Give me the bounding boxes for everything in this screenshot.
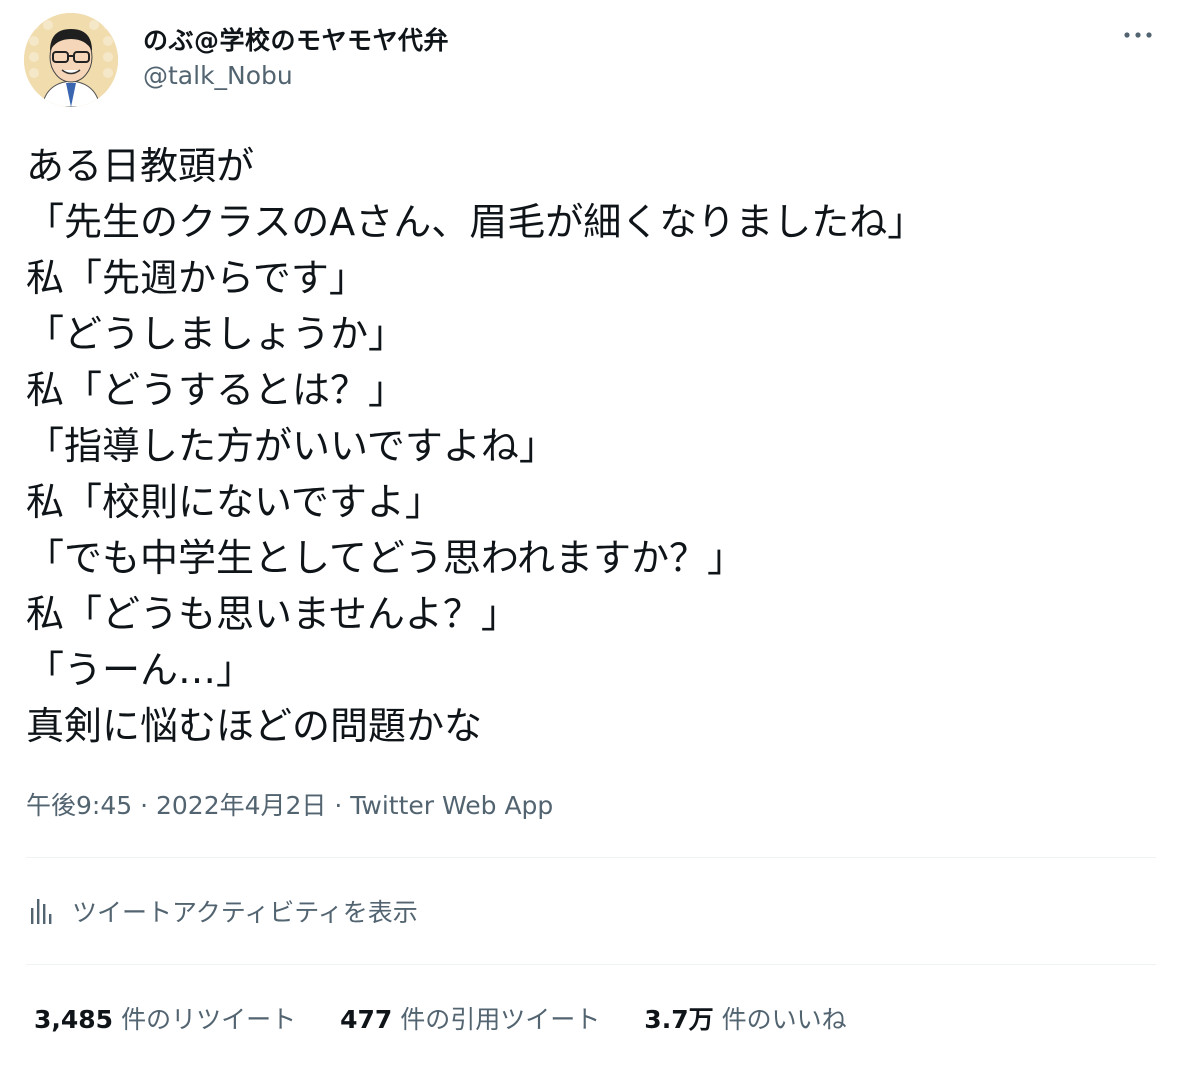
quote-tweets-label: 件の引用ツイート	[400, 1005, 601, 1034]
more-options-button[interactable]	[1120, 22, 1156, 48]
tweet-source[interactable]: Twitter Web App	[350, 791, 553, 820]
tweet-line: 真剣に悩むほどの問題かな	[26, 704, 483, 748]
quote-tweets-count: 477	[340, 1005, 393, 1034]
tweet-text: ある日教頭が 「先生のクラスのAさん、眉毛が細くなりましたね」 私「先週からです…	[26, 138, 925, 754]
retweets-label: 件のリツイート	[121, 1005, 297, 1034]
tweet-line: 「でも中学生としてどう思われますか？」	[26, 536, 745, 580]
meta-separator: ·	[326, 791, 351, 820]
author-display-name[interactable]: のぶ@学校のモヤモヤ代弁	[143, 21, 449, 57]
tweet-line: 私「先週からです」	[26, 256, 367, 300]
tweet-line: 「どうしましょうか」	[26, 312, 407, 356]
retweets-count: 3,485	[34, 1005, 114, 1034]
tweet-line: 私「どうも思いませんよ？」	[26, 592, 519, 636]
tweet-line: 「うーん…」	[26, 648, 255, 692]
divider	[26, 857, 1156, 858]
meta-separator: ·	[132, 791, 156, 820]
tweet-line: 私「校則にないですよ」	[26, 480, 443, 524]
divider	[26, 964, 1156, 965]
analytics-bar-icon	[31, 899, 52, 924]
avatar[interactable]	[24, 13, 118, 107]
avatar-illustration	[24, 13, 118, 107]
tweet-time[interactable]: 午後9:45	[26, 791, 132, 820]
tweet-date[interactable]: 2022年4月2日	[156, 791, 326, 820]
retweets-stat[interactable]: 3,485 件のリツイート	[34, 1000, 296, 1036]
tweet-line: 「指導した方がいいですよね」	[26, 424, 557, 468]
tweet-line: ある日教頭が	[26, 144, 255, 188]
likes-stat[interactable]: 3.7万 件のいいね	[644, 1000, 846, 1036]
likes-label: 件のいいね	[721, 1005, 847, 1034]
tweet-meta: 午後9:45 · 2022年4月2日 · Twitter Web App	[26, 786, 553, 822]
view-tweet-activity-link[interactable]: ツイートアクティビティを表示	[26, 888, 418, 934]
tweet-line: 「先生のクラスのAさん、眉毛が細くなりましたね」	[26, 200, 926, 244]
more-horizontal-icon	[1124, 32, 1152, 38]
likes-count: 3.7万	[644, 1005, 714, 1034]
tweet-stats: 3,485 件のリツイート 477 件の引用ツイート 3.7万 件のいいね	[34, 996, 891, 1040]
tweet-line: 私「どうするとは？」	[26, 368, 407, 412]
activity-label: ツイートアクティビティを表示	[72, 898, 418, 927]
quote-tweets-stat[interactable]: 477 件の引用ツイート	[340, 1000, 600, 1036]
author-handle[interactable]: @talk_Nobu	[143, 61, 293, 90]
